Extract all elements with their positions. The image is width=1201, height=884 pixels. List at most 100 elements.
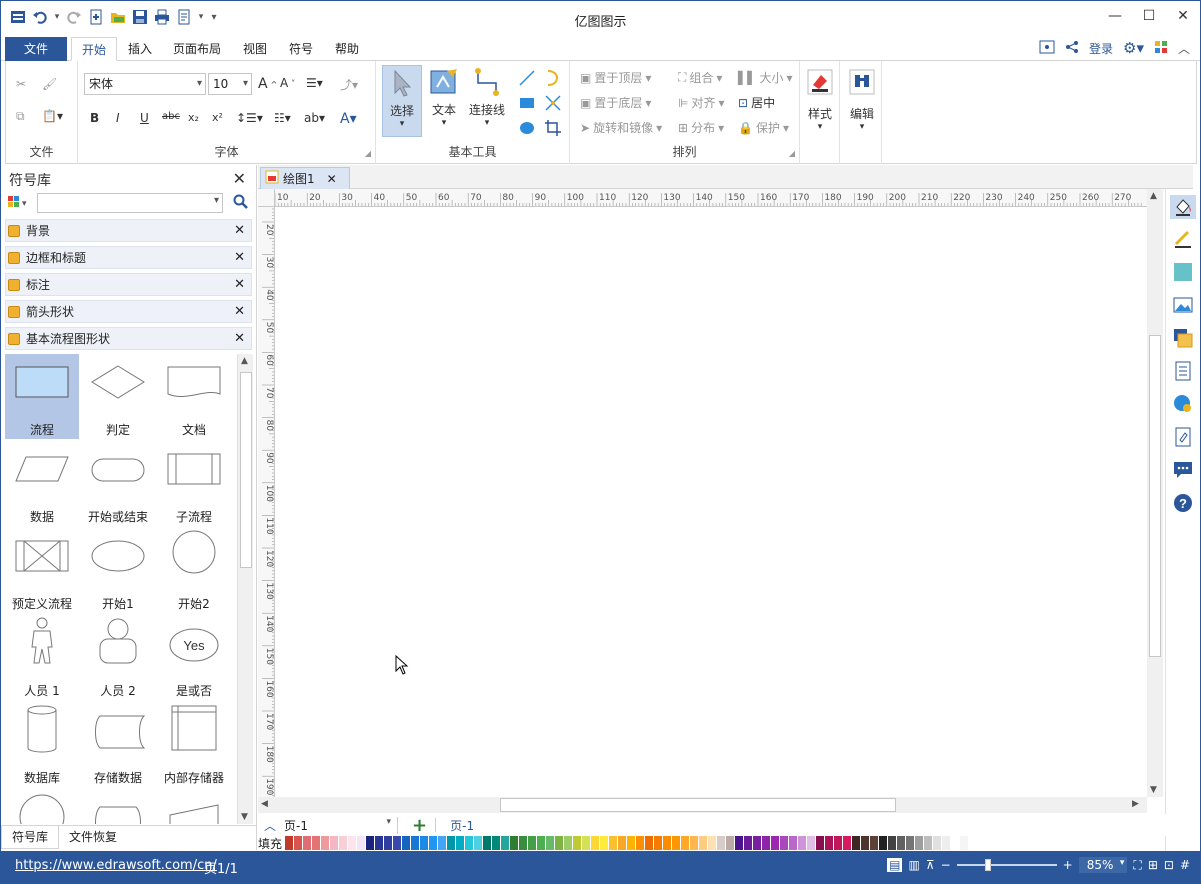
curve-tool-icon[interactable] <box>544 69 562 87</box>
full-screen-icon[interactable]: ⊡ <box>1164 858 1174 872</box>
shape-start2[interactable]: 开始2 <box>157 528 231 613</box>
color-swatch[interactable] <box>780 836 790 850</box>
color-swatch[interactable] <box>771 836 781 850</box>
color-swatch[interactable] <box>627 836 637 850</box>
library-category-background[interactable]: 背景 ✕ <box>5 219 252 242</box>
canvas-hscroll-thumb[interactable] <box>500 798 896 812</box>
color-swatch[interactable] <box>573 836 583 850</box>
library-close-icon[interactable]: ✕ <box>233 169 246 188</box>
page-select[interactable]: 页-1 ▾ <box>284 816 399 834</box>
maximize-icon[interactable]: ☐ <box>1132 1 1166 31</box>
color-swatch[interactable] <box>933 836 943 850</box>
close-icon[interactable]: ✕ <box>1166 1 1200 31</box>
color-swatch[interactable] <box>357 836 367 850</box>
edit-button[interactable]: 编辑 ▾ <box>844 65 880 137</box>
shape-decision[interactable]: 判定 <box>81 354 155 439</box>
hyperlink-panel-icon[interactable] <box>1173 394 1193 414</box>
font-dialog-launcher-icon[interactable]: ◢ <box>365 149 371 158</box>
color-swatch[interactable] <box>366 836 376 850</box>
crop-tool-icon[interactable] <box>544 119 562 137</box>
shape-partial-circle[interactable] <box>5 789 79 824</box>
attachment-panel-icon[interactable] <box>1173 427 1193 447</box>
page-tab-1[interactable]: 页-1 <box>450 817 474 834</box>
color-swatch[interactable] <box>393 836 403 850</box>
text-direction-icon[interactable]: ⤴▾ <box>340 76 358 93</box>
color-swatch[interactable] <box>807 836 817 850</box>
file-menu-button[interactable]: 文件 <box>5 37 67 61</box>
rotate-mirror-button[interactable]: ➤ 旋转和镜像 ▾ <box>580 119 662 136</box>
color-swatch[interactable] <box>924 836 934 850</box>
minimize-icon[interactable]: — <box>1098 1 1132 31</box>
line-panel-icon[interactable] <box>1173 229 1193 249</box>
color-swatch[interactable] <box>735 836 745 850</box>
color-swatch[interactable] <box>330 836 340 850</box>
tab-start[interactable]: 开始 <box>71 37 118 61</box>
color-swatch[interactable] <box>798 836 808 850</box>
format-painter-icon[interactable]: 🖌 <box>42 77 57 91</box>
library-search-input[interactable] <box>37 193 223 213</box>
add-page-icon[interactable]: + <box>412 815 427 836</box>
color-swatch[interactable] <box>897 836 907 850</box>
grow-font-icon[interactable]: A ^ <box>258 76 277 92</box>
layer-panel-icon[interactable] <box>1173 328 1193 348</box>
color-swatch[interactable] <box>492 836 502 850</box>
text-tool-button[interactable]: 文本 ▾ <box>424 65 464 137</box>
color-swatch[interactable] <box>564 836 574 850</box>
color-swatch[interactable] <box>681 836 691 850</box>
color-swatch[interactable] <box>672 836 682 850</box>
arrange-dialog-launcher-icon[interactable]: ◢ <box>789 149 795 158</box>
color-swatch[interactable] <box>663 836 673 850</box>
color-swatch[interactable] <box>546 836 556 850</box>
color-swatch[interactable] <box>528 836 538 850</box>
color-swatch[interactable] <box>870 836 880 850</box>
zoom-in-icon[interactable]: + <box>1063 858 1073 872</box>
bring-to-front-button[interactable]: ▣ 置于顶层 ▾ <box>580 69 651 86</box>
tab-close-icon[interactable]: ✕ <box>327 172 337 186</box>
comment-panel-icon[interactable] <box>1173 460 1193 480</box>
font-name-select[interactable]: 宋体 <box>84 73 206 95</box>
shape-internal-storage[interactable]: 内部存储器 <box>157 702 231 787</box>
zoom-slider-thumb[interactable] <box>984 859 991 871</box>
library-scrollbar[interactable]: ▲ ▼ <box>237 354 253 824</box>
color-swatch[interactable] <box>555 836 565 850</box>
color-swatch[interactable] <box>951 836 961 850</box>
normal-view-icon[interactable]: ▤ <box>887 858 903 872</box>
superscript-icon[interactable]: x² <box>212 111 223 124</box>
color-swatch[interactable] <box>843 836 853 850</box>
category-close-icon[interactable]: ✕ <box>234 331 245 346</box>
share-screen-icon[interactable] <box>1039 40 1055 57</box>
bullets-icon[interactable]: ☷▾ <box>274 111 291 125</box>
distribute-button[interactable]: ⊞ 分布 ▾ <box>678 119 724 136</box>
shape-stored-data[interactable]: 存储数据 <box>81 702 155 787</box>
shadow-panel-icon[interactable] <box>1173 262 1193 282</box>
color-swatch[interactable] <box>942 836 952 850</box>
zoom-slider[interactable] <box>956 859 1057 871</box>
line-spacing-icon[interactable]: ↕☰▾ <box>236 111 263 125</box>
select-tool-button[interactable]: 选择 ▾ <box>382 65 422 137</box>
color-swatch[interactable] <box>321 836 331 850</box>
color-swatch[interactable] <box>888 836 898 850</box>
color-swatch[interactable] <box>717 836 727 850</box>
drawing-canvas[interactable] <box>276 208 1146 797</box>
color-swatch[interactable] <box>447 836 457 850</box>
color-swatch[interactable] <box>753 836 763 850</box>
search-icon[interactable] <box>233 194 249 213</box>
connection-point-icon[interactable] <box>544 94 562 112</box>
color-swatch[interactable] <box>816 836 826 850</box>
font-color-icon[interactable]: A▾ <box>340 111 357 127</box>
grid-icon[interactable]: # <box>1180 858 1190 872</box>
color-swatch[interactable] <box>339 836 349 850</box>
color-swatch[interactable] <box>375 836 385 850</box>
size-button[interactable]: ▌▌ 大小 ▾ <box>738 69 793 86</box>
canvas-vertical-scrollbar[interactable]: ▲ ▼ <box>1147 189 1163 797</box>
shrink-font-icon[interactable]: A ˅ <box>280 76 295 90</box>
color-swatch[interactable] <box>582 836 592 850</box>
color-swatch[interactable] <box>690 836 700 850</box>
library-menu-icon[interactable]: ▾ <box>7 194 33 215</box>
color-swatch[interactable] <box>879 836 889 850</box>
color-swatch[interactable] <box>726 836 736 850</box>
zoom-level[interactable]: 85% ▾ <box>1078 857 1128 873</box>
subscript-icon[interactable]: x₂ <box>188 111 199 124</box>
fill-panel-icon[interactable] <box>1170 195 1196 219</box>
shape-process[interactable]: 流程 <box>5 354 79 439</box>
